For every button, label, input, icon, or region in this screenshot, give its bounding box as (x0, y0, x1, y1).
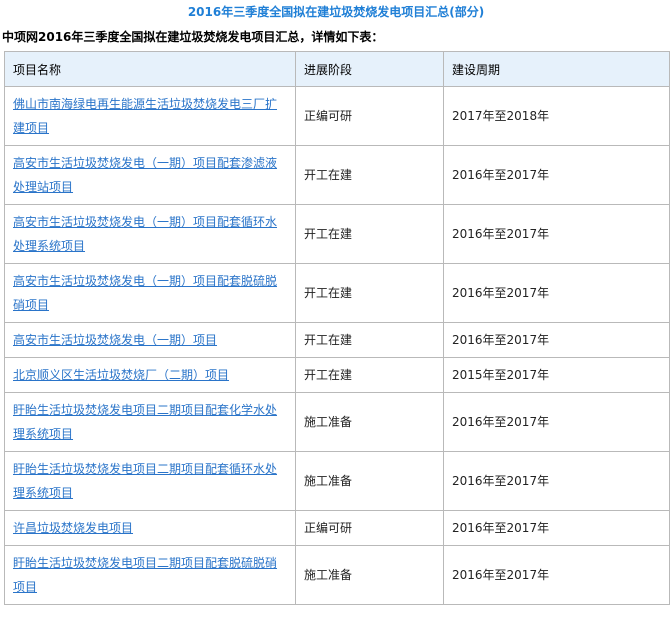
project-period: 2016年至2017年 (443, 145, 670, 205)
project-period: 2015年至2017年 (443, 357, 670, 393)
project-stage: 正编可研 (295, 86, 444, 146)
table-row: 北京顺义区生活垃圾焚烧厂（二期）项目 开工在建 2015年至2017年 (4, 357, 670, 393)
project-period: 2017年至2018年 (443, 86, 670, 146)
table-row: 盱眙生活垃圾焚烧发电项目二期项目配套化学水处理系统项目 施工准备 2016年至2… (4, 392, 670, 452)
table-row: 高安市生活垃圾焚烧发电（一期）项目 开工在建 2016年至2017年 (4, 322, 670, 358)
table-row: 高安市生活垃圾焚烧发电（一期）项目配套渗滤液处理站项目 开工在建 2016年至2… (4, 145, 670, 205)
table-row: 盱眙生活垃圾焚烧发电项目二期项目配套循环水处理系统项目 施工准备 2016年至2… (4, 451, 670, 511)
page: 2016年三季度全国拟在建垃圾焚烧发电项目汇总(部分) 中项网2016年三季度全… (0, 0, 672, 624)
table-row: 许昌垃圾焚烧发电项目 正编可研 2016年至2017年 (4, 510, 670, 546)
project-stage: 开工在建 (295, 204, 444, 264)
project-period: 2016年至2017年 (443, 451, 670, 511)
project-name-link[interactable]: 盱眙生活垃圾焚烧发电项目二期项目配套脱硫脱硝项目 (4, 545, 296, 605)
table-row: 高安市生活垃圾焚烧发电（一期）项目配套脱硫脱硝项目 开工在建 2016年至201… (4, 263, 670, 323)
projects-table: 项目名称 进展阶段 建设周期 佛山市南海绿电再生能源生活垃圾焚烧发电三厂扩建项目… (4, 51, 670, 605)
project-stage: 开工在建 (295, 322, 444, 358)
table-header-row: 项目名称 进展阶段 建设周期 (4, 51, 670, 87)
project-period: 2016年至2017年 (443, 545, 670, 605)
project-name-link[interactable]: 盱眙生活垃圾焚烧发电项目二期项目配套化学水处理系统项目 (4, 392, 296, 452)
project-stage: 正编可研 (295, 510, 444, 546)
project-stage: 施工准备 (295, 451, 444, 511)
project-stage: 施工准备 (295, 545, 444, 605)
project-name-link[interactable]: 高安市生活垃圾焚烧发电（一期）项目 (4, 322, 296, 358)
project-period: 2016年至2017年 (443, 510, 670, 546)
project-stage: 开工在建 (295, 357, 444, 393)
project-period: 2016年至2017年 (443, 322, 670, 358)
project-name-link[interactable]: 高安市生活垃圾焚烧发电（一期）项目配套循环水处理系统项目 (4, 204, 296, 264)
project-period: 2016年至2017年 (443, 392, 670, 452)
project-stage: 开工在建 (295, 263, 444, 323)
intro-text: 中项网2016年三季度全国拟在建垃圾焚烧发电项目汇总，详情如下表： (2, 30, 384, 44)
header-stage: 进展阶段 (295, 51, 444, 87)
header-project-name: 项目名称 (4, 51, 296, 87)
project-name-link[interactable]: 佛山市南海绿电再生能源生活垃圾焚烧发电三厂扩建项目 (4, 86, 296, 146)
table-row: 盱眙生活垃圾焚烧发电项目二期项目配套脱硫脱硝项目 施工准备 2016年至2017… (4, 545, 670, 605)
header-period: 建设周期 (443, 51, 670, 87)
project-name-link[interactable]: 高安市生活垃圾焚烧发电（一期）项目配套脱硫脱硝项目 (4, 263, 296, 323)
project-period: 2016年至2017年 (443, 263, 670, 323)
table-row: 佛山市南海绿电再生能源生活垃圾焚烧发电三厂扩建项目 正编可研 2017年至201… (4, 86, 670, 146)
page-title: 2016年三季度全国拟在建垃圾焚烧发电项目汇总(部分) (187, 5, 485, 19)
project-name-link[interactable]: 许昌垃圾焚烧发电项目 (4, 510, 296, 546)
project-stage: 施工准备 (295, 392, 444, 452)
table-row: 高安市生活垃圾焚烧发电（一期）项目配套循环水处理系统项目 开工在建 2016年至… (4, 204, 670, 264)
project-stage: 开工在建 (295, 145, 444, 205)
project-period: 2016年至2017年 (443, 204, 670, 264)
project-name-link[interactable]: 高安市生活垃圾焚烧发电（一期）项目配套渗滤液处理站项目 (4, 145, 296, 205)
project-name-link[interactable]: 北京顺义区生活垃圾焚烧厂（二期）项目 (4, 357, 296, 393)
project-name-link[interactable]: 盱眙生活垃圾焚烧发电项目二期项目配套循环水处理系统项目 (4, 451, 296, 511)
